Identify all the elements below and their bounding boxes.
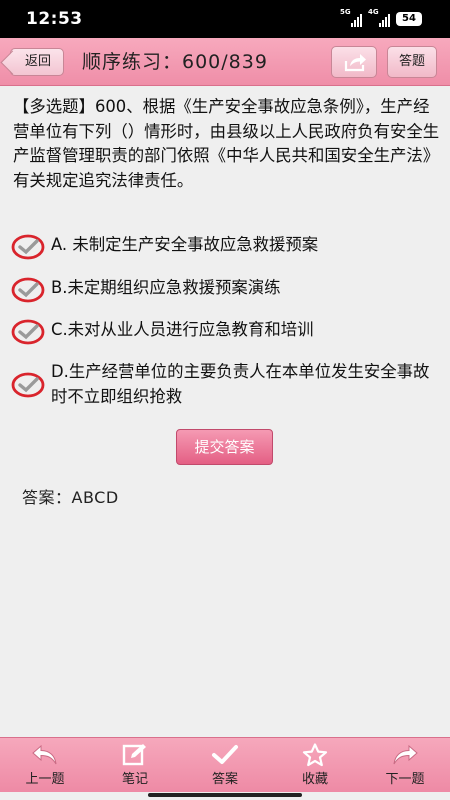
signal-4g-label: 4G [368,8,379,16]
answer-sheet-button[interactable]: 答题 [387,46,437,78]
checkbox-checked-icon [11,372,45,398]
status-time: 12:53 [26,9,83,29]
battery-icon: 54 [396,12,422,26]
checkbox-checked-icon [11,234,45,260]
back-button-label: 返回 [25,54,52,69]
prev-question-label: 上一题 [25,772,65,787]
status-bar: 12:53 5G 4G 54 [0,0,450,38]
question-text: 【多选题】600、根据《生产安全事故应急条例》，生产经营单位有下列（）情形时，由… [13,97,440,190]
back-button[interactable]: 返回 [10,48,64,76]
notes-label: 笔记 [121,772,148,787]
home-indicator[interactable] [148,793,302,797]
share-button[interactable] [331,46,377,78]
checkbox-checked-icon [11,277,45,303]
notes-tab[interactable]: 笔记 [90,738,180,792]
signal-4g-icon: 4G [368,8,390,27]
option-a-text: A. 未制定生产安全事故应急救援预案 [51,235,319,254]
next-question-label: 下一题 [385,772,425,787]
answer-tab[interactable]: 答案 [180,738,270,792]
option-c-text: C.未对从业人员进行应急教育和培训 [51,320,314,339]
next-question-tab[interactable]: 下一题 [360,738,450,792]
check-icon [212,745,238,764]
favorite-tab[interactable]: 收藏 [270,738,360,792]
page-title: 顺序练习：600/839 [82,51,268,73]
redo-arrow-icon [393,744,418,765]
star-icon [302,743,328,767]
share-icon [344,54,366,72]
answer-label: 答案 [211,772,238,787]
app-header: 返回 顺序练习：600/839 答题 [0,38,450,86]
correct-answer-text: 答案：ABCD [22,488,119,507]
checkbox-checked-icon [11,319,45,345]
bottom-nav: 上一题 笔记 答案 收藏 下一题 [0,737,450,792]
signal-5g-label: 5G [340,8,351,16]
favorite-label: 收藏 [301,772,328,787]
signal-5g-icon: 5G [340,8,362,27]
edit-note-icon [122,744,146,766]
submit-answer-button[interactable]: 提交答案 [176,429,273,465]
option-d-text: D.生产经营单位的主要负责人在本单位发生安全事故时不立即组织抢救 [51,362,430,406]
screen: 12:53 5G 4G 54 返回 顺序练习：600/839 答题 【多选题】6… [0,0,450,800]
status-indicators: 5G 4G 54 [340,8,422,28]
prev-question-tab[interactable]: 上一题 [0,738,90,792]
option-b-text: B.未定期组织应急救援预案演练 [51,278,281,297]
undo-arrow-icon [32,744,57,765]
